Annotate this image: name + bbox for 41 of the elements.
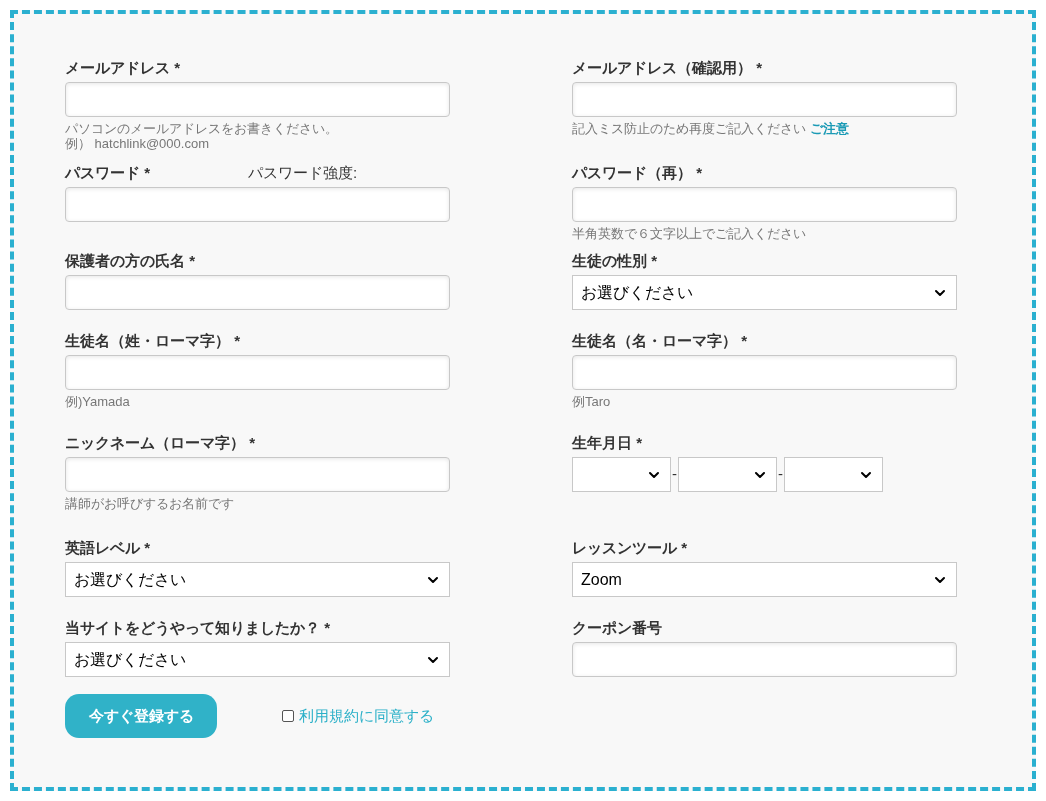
input-field[interactable] — [65, 275, 450, 310]
hint-text: 例） hatchlink@000.com — [65, 136, 209, 151]
hint-text: 記入ミス防止のため再度ご記入ください — [572, 121, 806, 136]
password-strength-label: パスワード強度: — [248, 162, 358, 183]
input-field[interactable] — [572, 642, 957, 677]
field-label: 英語レベル * — [65, 538, 151, 558]
hint-text: 例)Yamada — [65, 394, 130, 409]
select-field[interactable]: お選びください — [572, 275, 957, 310]
input-field[interactable] — [572, 82, 957, 117]
hint-text: 例Taro — [572, 394, 611, 409]
field-label: 生徒名（名・ローマ字） * — [572, 331, 748, 351]
field-label: 当サイトをどうやって知りましたか？ * — [65, 618, 330, 638]
date-separator: - — [672, 464, 677, 485]
checkbox[interactable] — [282, 710, 294, 722]
field-label: 保護者の方の氏名 * — [65, 251, 196, 271]
hint-text: 講師がお呼びするお名前です — [65, 496, 234, 511]
select-field[interactable] — [572, 457, 671, 492]
select-field[interactable] — [678, 457, 777, 492]
field-label: メールアドレス（確認用） * — [572, 58, 762, 78]
field-label: パスワード（再） * — [572, 163, 703, 183]
input-field[interactable] — [65, 82, 450, 117]
date-separator: - — [778, 464, 783, 485]
input-field[interactable] — [65, 457, 450, 492]
field-label: ニックネーム（ローマ字） * — [65, 433, 255, 453]
input-field[interactable] — [65, 355, 450, 390]
field-label: 生年月日 * — [572, 433, 643, 453]
select-field[interactable]: お選びください — [65, 562, 450, 597]
hint-text: 半角英数で６文字以上でご記入ください — [572, 226, 806, 241]
field-label: パスワード * — [65, 163, 151, 183]
input-field[interactable] — [65, 187, 450, 222]
field-label: レッスンツール * — [572, 538, 688, 558]
select-field[interactable]: Zoom — [572, 562, 957, 597]
input-field[interactable] — [572, 355, 957, 390]
field-label: クーポン番号 — [572, 618, 663, 638]
hint-text: パソコンのメールアドレスをお書きください。 — [65, 121, 338, 136]
field-label: 生徒名（姓・ローマ字） * — [65, 331, 241, 351]
input-field[interactable] — [572, 187, 957, 222]
field-label: メールアドレス * — [65, 58, 181, 78]
select-field[interactable]: お選びください — [65, 642, 450, 677]
field-label: 生徒の性別 * — [572, 251, 658, 271]
select-field[interactable] — [784, 457, 883, 492]
